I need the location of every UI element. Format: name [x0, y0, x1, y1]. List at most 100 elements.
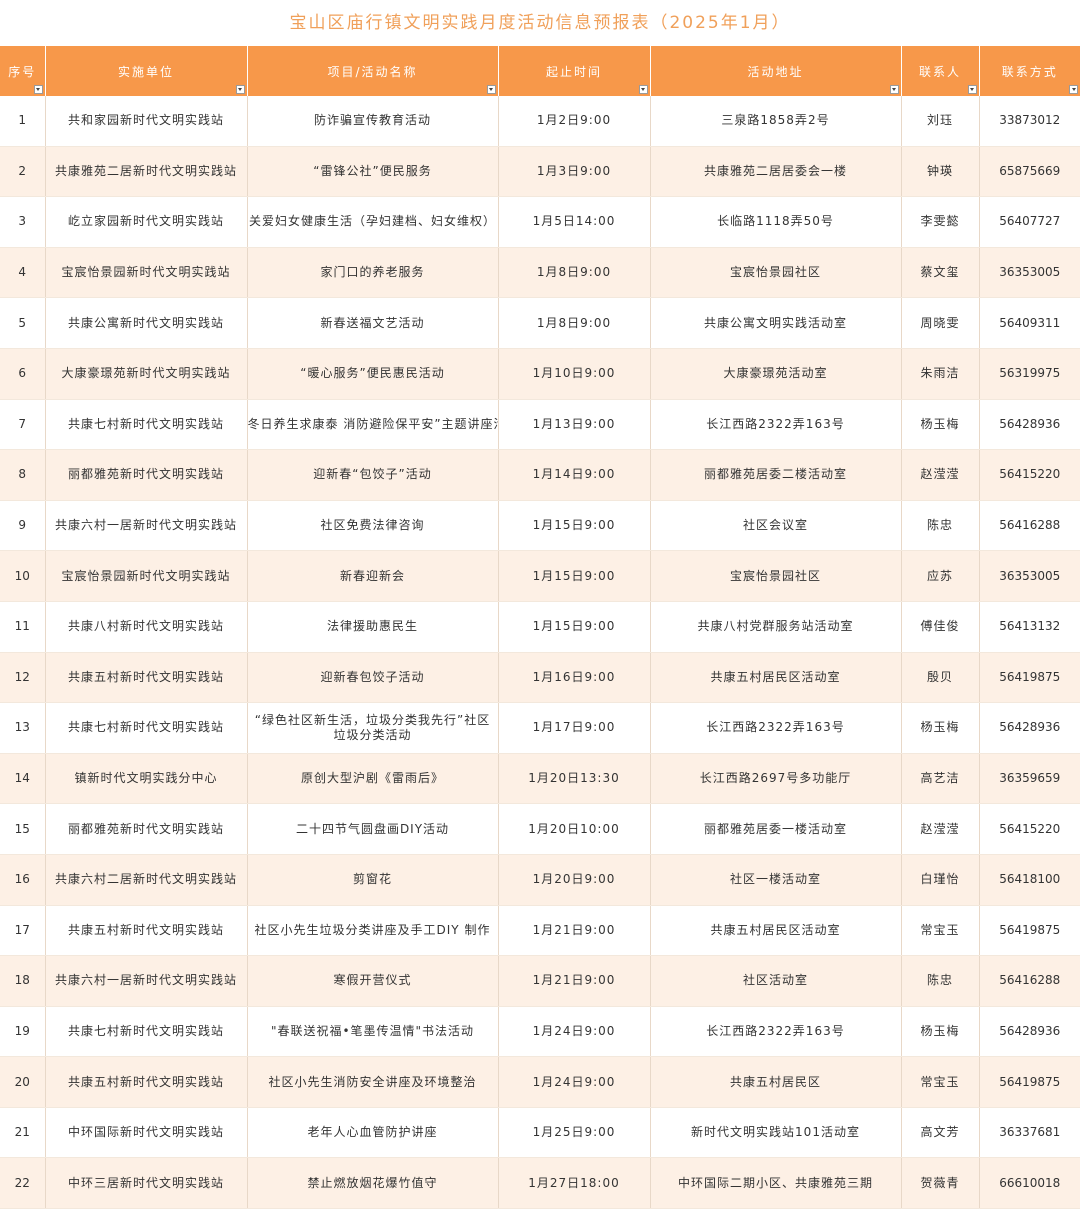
cell-index: 7 [0, 399, 46, 451]
cell-organizer: 共康公寓新时代文明实践站 [45, 297, 248, 349]
cell-time: 1月5日14:00 [498, 196, 651, 248]
cell-time: 1月8日9:00 [498, 247, 651, 299]
table-header-row: 序号 实施单位 项目/活动名称 起止时间 活动地址 联系人 联系方式 [0, 46, 1080, 96]
cell-index: 21 [0, 1107, 46, 1159]
cell-time: 1月14日9:00 [498, 449, 651, 501]
cell-address: 长临路1118弄50号 [650, 196, 902, 248]
table-row: 2 共康雅苑二居新时代文明实践站 “雷锋公社”便民服务 1月3日9:00 共康雅苑二居居… [0, 146, 1080, 198]
cell-organizer: 丽都雅苑新时代文明实践站 [45, 803, 248, 855]
cell-index: 8 [0, 449, 46, 501]
cell-activity: 二十四节气圆盘画DIY活动 [247, 803, 499, 855]
cell-contact: 李雯懿 [901, 196, 980, 248]
cell-address: 大康豪璟苑活动室 [650, 348, 902, 400]
cell-address: 三泉路1858弄2号 [650, 96, 902, 147]
cell-address: 长江西路2322弄163号 [650, 399, 902, 451]
cell-index: 20 [0, 1056, 46, 1108]
cell-address: 丽都雅苑居委一楼活动室 [650, 803, 902, 855]
cell-index: 4 [0, 247, 46, 299]
cell-organizer: 共康雅苑二居新时代文明实践站 [45, 146, 248, 198]
cell-phone: 56409311 [979, 297, 1080, 349]
cell-phone: 33873012 [979, 96, 1080, 147]
cell-contact: 常宝玉 [901, 1056, 980, 1108]
cell-contact: 应苏 [901, 550, 980, 602]
column-header-label: 起止时间 [545, 64, 602, 79]
cell-contact: 杨玉梅 [901, 702, 980, 754]
cell-organizer: 共康六村一居新时代文明实践站 [45, 955, 248, 1007]
activity-table: 序号 实施单位 项目/活动名称 起止时间 活动地址 联系人 联系方式 1 共和家园… [0, 46, 1080, 1209]
column-header-time: 起止时间 [498, 46, 651, 96]
cell-address: 宝宸怡景园社区 [650, 247, 902, 299]
cell-organizer: 共康六村一居新时代文明实践站 [45, 500, 248, 552]
cell-phone: 56419875 [979, 1056, 1080, 1108]
cell-activity: 社区小先生消防安全讲座及环境整治 [247, 1056, 499, 1108]
cell-organizer: 共康六村二居新时代文明实践站 [45, 854, 248, 906]
column-header-address: 活动地址 [650, 46, 902, 96]
cell-contact: 杨玉梅 [901, 399, 980, 451]
cell-organizer: 中环国际新时代文明实践站 [45, 1107, 248, 1159]
cell-index: 3 [0, 196, 46, 248]
cell-address: 社区活动室 [650, 955, 902, 1007]
dropdown-filter-icon[interactable] [33, 85, 43, 94]
cell-organizer: 中环三居新时代文明实践站 [45, 1157, 248, 1209]
cell-organizer: 共和家园新时代文明实践站 [45, 96, 248, 147]
cell-time: 1月8日9:00 [498, 297, 651, 349]
table-body: 1 共和家园新时代文明实践站 防诈骗宣传教育活动 1月2日9:00 三泉路1858弄2号… [0, 96, 1080, 1209]
cell-phone: 56415220 [979, 449, 1080, 501]
cell-index: 5 [0, 297, 46, 349]
cell-activity: 剪窗花 [247, 854, 499, 906]
cell-index: 13 [0, 702, 46, 754]
cell-time: 1月3日9:00 [498, 146, 651, 198]
cell-time: 1月21日9:00 [498, 905, 651, 957]
cell-address: 长江西路2322弄163号 [650, 1006, 902, 1058]
cell-contact: 陈忠 [901, 500, 980, 552]
cell-activity: “暖心服务”便民惠民活动 [247, 348, 499, 400]
cell-phone: 65875669 [979, 146, 1080, 198]
cell-phone: 56428936 [979, 702, 1080, 754]
cell-activity: “雷锋公社”便民服务 [247, 146, 499, 198]
cell-contact: 常宝玉 [901, 905, 980, 957]
cell-index: 11 [0, 601, 46, 653]
cell-time: 1月24日9:00 [498, 1056, 651, 1108]
cell-contact: 杨玉梅 [901, 1006, 980, 1058]
cell-organizer: 镇新时代文明实践分中心 [45, 753, 248, 805]
column-header-index: 序号 [0, 46, 46, 96]
table-row: 11 共康八村新时代文明实践站 法律援助惠民生 1月15日9:00 共康八村党群服务站活… [0, 601, 1080, 653]
cell-time: 1月20日10:00 [498, 803, 651, 855]
dropdown-filter-icon[interactable] [967, 85, 977, 94]
table-row: 17 共康五村新时代文明实践站 社区小先生垃圾分类讲座及手工DIY 制作 1月21日9… [0, 905, 1080, 957]
cell-contact: 钟瑛 [901, 146, 980, 198]
column-header-activity: 项目/活动名称 [247, 46, 499, 96]
cell-contact: 白瑾怡 [901, 854, 980, 906]
cell-time: 1月16日9:00 [498, 652, 651, 704]
dropdown-filter-icon[interactable] [1069, 85, 1078, 94]
cell-organizer: 共康五村新时代文明实践站 [45, 905, 248, 957]
cell-phone: 36359659 [979, 753, 1080, 805]
dropdown-filter-icon[interactable] [235, 85, 245, 94]
cell-contact: 陈忠 [901, 955, 980, 1007]
table-row: 1 共和家园新时代文明实践站 防诈骗宣传教育活动 1月2日9:00 三泉路1858弄2号… [0, 96, 1080, 147]
cell-time: 1月10日9:00 [498, 348, 651, 400]
cell-address: 共康五村居民区活动室 [650, 652, 902, 704]
dropdown-filter-icon[interactable] [889, 85, 899, 94]
cell-activity: “绿色社区新生活，垃圾分类我先行”社区垃圾分类活动 [247, 702, 499, 754]
cell-activity: 关爱妇女健康生活（孕妇建档、妇女维权） [247, 196, 499, 248]
cell-activity: 防诈骗宣传教育活动 [247, 96, 499, 147]
cell-contact: 傅佳俊 [901, 601, 980, 653]
cell-address: 丽都雅苑居委二楼活动室 [650, 449, 902, 501]
dropdown-filter-icon[interactable] [486, 85, 496, 94]
column-header-organizer: 实施单位 [45, 46, 248, 96]
cell-index: 16 [0, 854, 46, 906]
dropdown-filter-icon[interactable] [638, 85, 648, 94]
cell-phone: 56407727 [979, 196, 1080, 248]
cell-contact: 赵滢滢 [901, 449, 980, 501]
column-header-label: 实施单位 [117, 64, 174, 79]
table-row: 19 共康七村新时代文明实践站 "春联送祝福•笔墨传温情"书法活动 1月24日9:00… [0, 1006, 1080, 1058]
cell-time: 1月2日9:00 [498, 96, 651, 147]
cell-index: 6 [0, 348, 46, 400]
table-row: 3 屹立家园新时代文明实践站 关爱妇女健康生活（孕妇建档、妇女维权） 1月5日14:0… [0, 196, 1080, 248]
cell-phone: 36353005 [979, 247, 1080, 299]
cell-address: 社区一楼活动室 [650, 854, 902, 906]
cell-activity: 迎新春包饺子活动 [247, 652, 499, 704]
column-header-label: 联系方式 [1001, 64, 1058, 79]
table-row: 8 丽都雅苑新时代文明实践站 迎新春“包饺子”活动 1月14日9:00 丽都雅苑居委二楼… [0, 449, 1080, 501]
